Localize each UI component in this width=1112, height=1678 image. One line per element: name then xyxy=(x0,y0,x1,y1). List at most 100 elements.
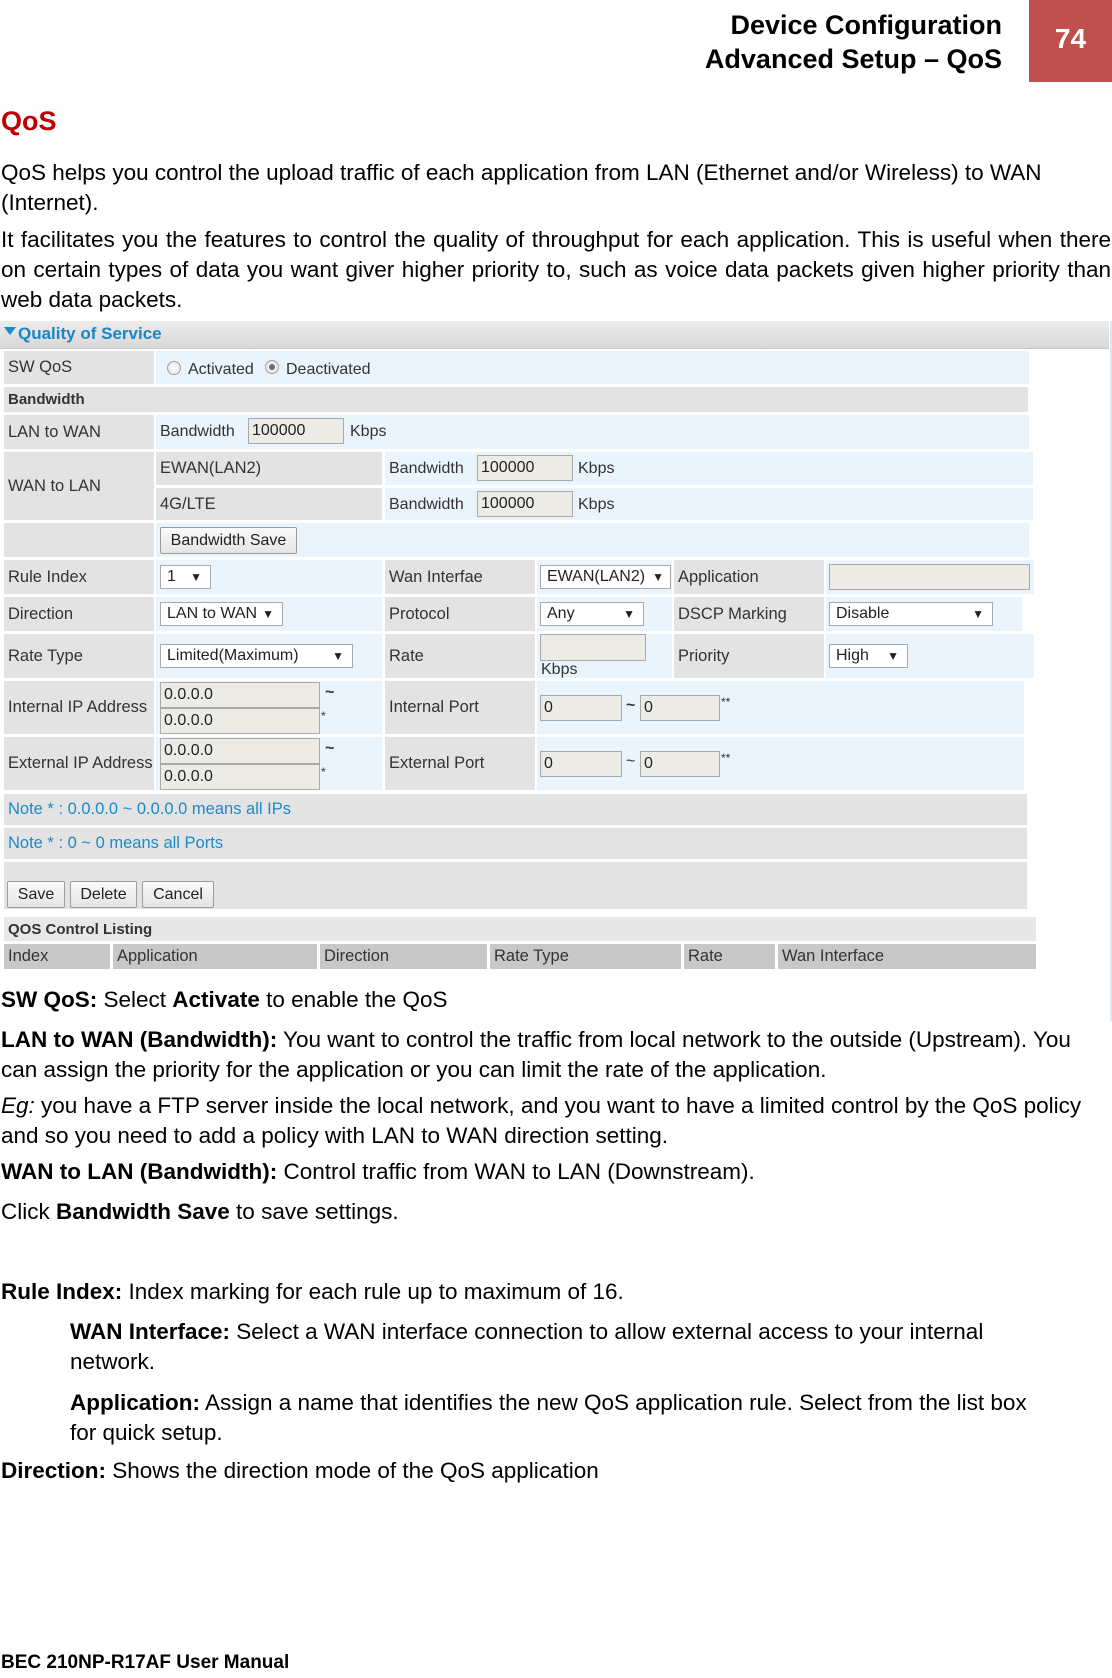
lte-bandwidth-label: Bandwidth xyxy=(389,496,464,513)
wan-to-lan-iface-ewan: EWAN(LAN2) xyxy=(156,452,382,485)
rate-unit: Kbps xyxy=(541,661,578,678)
chevron-down-icon: ▼ xyxy=(332,649,344,663)
application-label: Application xyxy=(674,560,824,594)
activated-label: Activated xyxy=(188,361,254,378)
term-lan-to-wan: LAN to WAN (Bandwidth): xyxy=(1,1027,278,1052)
listing-col-rate: Rate xyxy=(684,944,775,969)
lan-to-wan-label: LAN to WAN xyxy=(4,415,154,449)
chevron-down-icon: ▼ xyxy=(652,570,664,584)
internal-port-start-input[interactable]: 0 xyxy=(540,695,622,721)
intro-paragraph-1: QoS helps you control the upload traffic… xyxy=(1,160,1042,215)
external-port-end-input[interactable]: 0 xyxy=(640,751,720,777)
desc-wan-to-lan: WAN to LAN (Bandwidth): Control traffic … xyxy=(1,1157,1111,1187)
note-all-ips: Note * : 0.0.0.0 ~ 0.0.0.0 means all IPs xyxy=(4,794,1027,825)
direction-value: LAN to WAN xyxy=(167,605,258,622)
desc-direction: Direction: Shows the direction mode of t… xyxy=(1,1456,1111,1486)
rate-type-select[interactable]: Limited(Maximum) ▼ xyxy=(160,644,353,668)
activated-radio[interactable] xyxy=(167,361,181,375)
dscp-marking-select[interactable]: Disable ▼ xyxy=(829,602,993,626)
qos-panel: Quality of Service SW QoS Activated Deac… xyxy=(0,321,1112,1021)
wan-interface-label: Wan Interfae xyxy=(385,560,535,594)
bandwidth-save-button[interactable]: Bandwidth Save xyxy=(160,527,297,554)
listing-col-application: Application xyxy=(113,944,317,969)
wan-interface-value: EWAN(LAN2) xyxy=(547,568,646,585)
external-ip-end-input[interactable]: 0.0.0.0 xyxy=(160,764,320,790)
external-port-start-input[interactable]: 0 xyxy=(540,751,622,777)
collapse-triangle-icon[interactable] xyxy=(4,327,16,335)
desc-wan-interface: WAN Interface: Select a WAN interface co… xyxy=(70,1317,1030,1377)
application-input[interactable] xyxy=(829,564,1030,590)
external-ip-star: * xyxy=(321,765,326,779)
internal-port-stars: ** xyxy=(721,695,731,709)
internal-ip-tilde: ~ xyxy=(325,684,335,701)
intro-paragraph-2: It facilitates you the features to contr… xyxy=(1,227,1111,312)
desc-text: Index marking for each rule up to maximu… xyxy=(122,1279,624,1304)
internal-port-end-input[interactable]: 0 xyxy=(640,695,720,721)
direction-label: Direction xyxy=(4,597,154,631)
lte-bandwidth-unit: Kbps xyxy=(578,496,615,513)
desc-sw-qos: SW QoS: Select Activate to enable the Qo… xyxy=(1,985,1111,1015)
term-wan-to-lan: WAN to LAN (Bandwidth): xyxy=(1,1159,278,1184)
cancel-button[interactable]: Cancel xyxy=(142,881,214,908)
rule-index-value: 1 xyxy=(167,568,176,585)
rate-input[interactable] xyxy=(540,634,646,661)
panel-header[interactable]: Quality of Service xyxy=(0,321,1109,349)
internal-ip-star: * xyxy=(321,709,326,723)
listing-col-rate-type: Rate Type xyxy=(490,944,681,969)
term-sw-qos: SW QoS: xyxy=(1,987,98,1012)
panel-title: Quality of Service xyxy=(18,324,162,343)
ewan-bandwidth-unit: Kbps xyxy=(578,460,615,477)
rate-type-value: Limited(Maximum) xyxy=(167,647,299,664)
term-bandwidth-save: Bandwidth Save xyxy=(56,1199,230,1224)
protocol-select[interactable]: Any ▼ xyxy=(540,602,644,626)
external-port-tilde: ~ xyxy=(626,753,636,770)
priority-value: High xyxy=(836,647,869,664)
desc-rule-index: Rule Index: Index marking for each rule … xyxy=(1,1277,1111,1307)
rule-index-select[interactable]: 1 ▼ xyxy=(160,565,211,589)
chevron-down-icon: ▼ xyxy=(972,607,984,621)
listing-col-index: Index xyxy=(4,944,110,969)
priority-label: Priority xyxy=(674,634,824,678)
dscp-marking-label: DSCP Marking xyxy=(674,597,824,631)
deactivated-radio[interactable] xyxy=(265,360,279,374)
listing-col-wan-interface: Wan Interface xyxy=(778,944,1036,969)
direction-select[interactable]: LAN to WAN ▼ xyxy=(160,602,283,626)
desc-text: Select xyxy=(97,987,173,1012)
internal-ip-end-input[interactable]: 0.0.0.0 xyxy=(160,708,320,734)
wan-interface-select[interactable]: EWAN(LAN2) ▼ xyxy=(540,565,671,589)
internal-port-label: Internal Port xyxy=(385,681,535,734)
term-direction: Direction: xyxy=(1,1458,107,1483)
internal-ip-start-input[interactable]: 0.0.0.0 xyxy=(160,682,320,708)
desc-text: to enable the QoS xyxy=(259,987,448,1012)
internal-port-tilde: ~ xyxy=(626,697,636,714)
chevron-down-icon: ▼ xyxy=(887,649,899,663)
term-eg: Eg: xyxy=(1,1093,35,1118)
ewan-bandwidth-input[interactable]: 100000 xyxy=(477,455,573,481)
page-number-badge: 74 xyxy=(1029,0,1112,82)
desc-text: Assign a name that identifies the new Qo… xyxy=(70,1390,1027,1445)
rule-index-label: Rule Index xyxy=(4,560,154,594)
chevron-down-icon: ▼ xyxy=(262,607,274,621)
lte-bandwidth-input[interactable]: 100000 xyxy=(477,491,573,517)
external-ip-label: External IP Address xyxy=(4,737,154,790)
section-title: QoS xyxy=(1,106,57,136)
desc-click-save: Click Bandwidth Save to save settings. xyxy=(1,1197,1111,1227)
chapter-header: Device Configuration Advanced Setup – Qo… xyxy=(705,8,1002,76)
term-activate: Activate xyxy=(172,987,260,1012)
desc-lan-to-wan: LAN to WAN (Bandwidth): You want to cont… xyxy=(1,1025,1111,1085)
priority-select[interactable]: High ▼ xyxy=(829,644,908,668)
save-button[interactable]: Save xyxy=(7,881,65,908)
external-ip-start-input[interactable]: 0.0.0.0 xyxy=(160,738,320,764)
rate-label: Rate xyxy=(385,634,535,678)
desc-example: Eg: you have a FTP server inside the loc… xyxy=(1,1091,1111,1151)
note-all-ports: Note * : 0 ~ 0 means all Ports xyxy=(4,828,1027,859)
manual-footer: BEC 210NP-R17AF User Manual xyxy=(1,1652,290,1673)
chapter-title: Device Configuration xyxy=(730,10,1002,40)
delete-button[interactable]: Delete xyxy=(70,881,137,908)
lan-to-wan-bandwidth-input[interactable]: 100000 xyxy=(248,418,344,444)
external-port-stars: ** xyxy=(721,751,731,765)
qos-listing-title: QOS Control Listing xyxy=(4,917,1036,941)
lan-to-wan-bandwidth-label: Bandwidth xyxy=(160,423,235,440)
wan-to-lan-iface-lte: 4G/LTE xyxy=(156,488,382,520)
external-ip-tilde: ~ xyxy=(325,740,335,757)
